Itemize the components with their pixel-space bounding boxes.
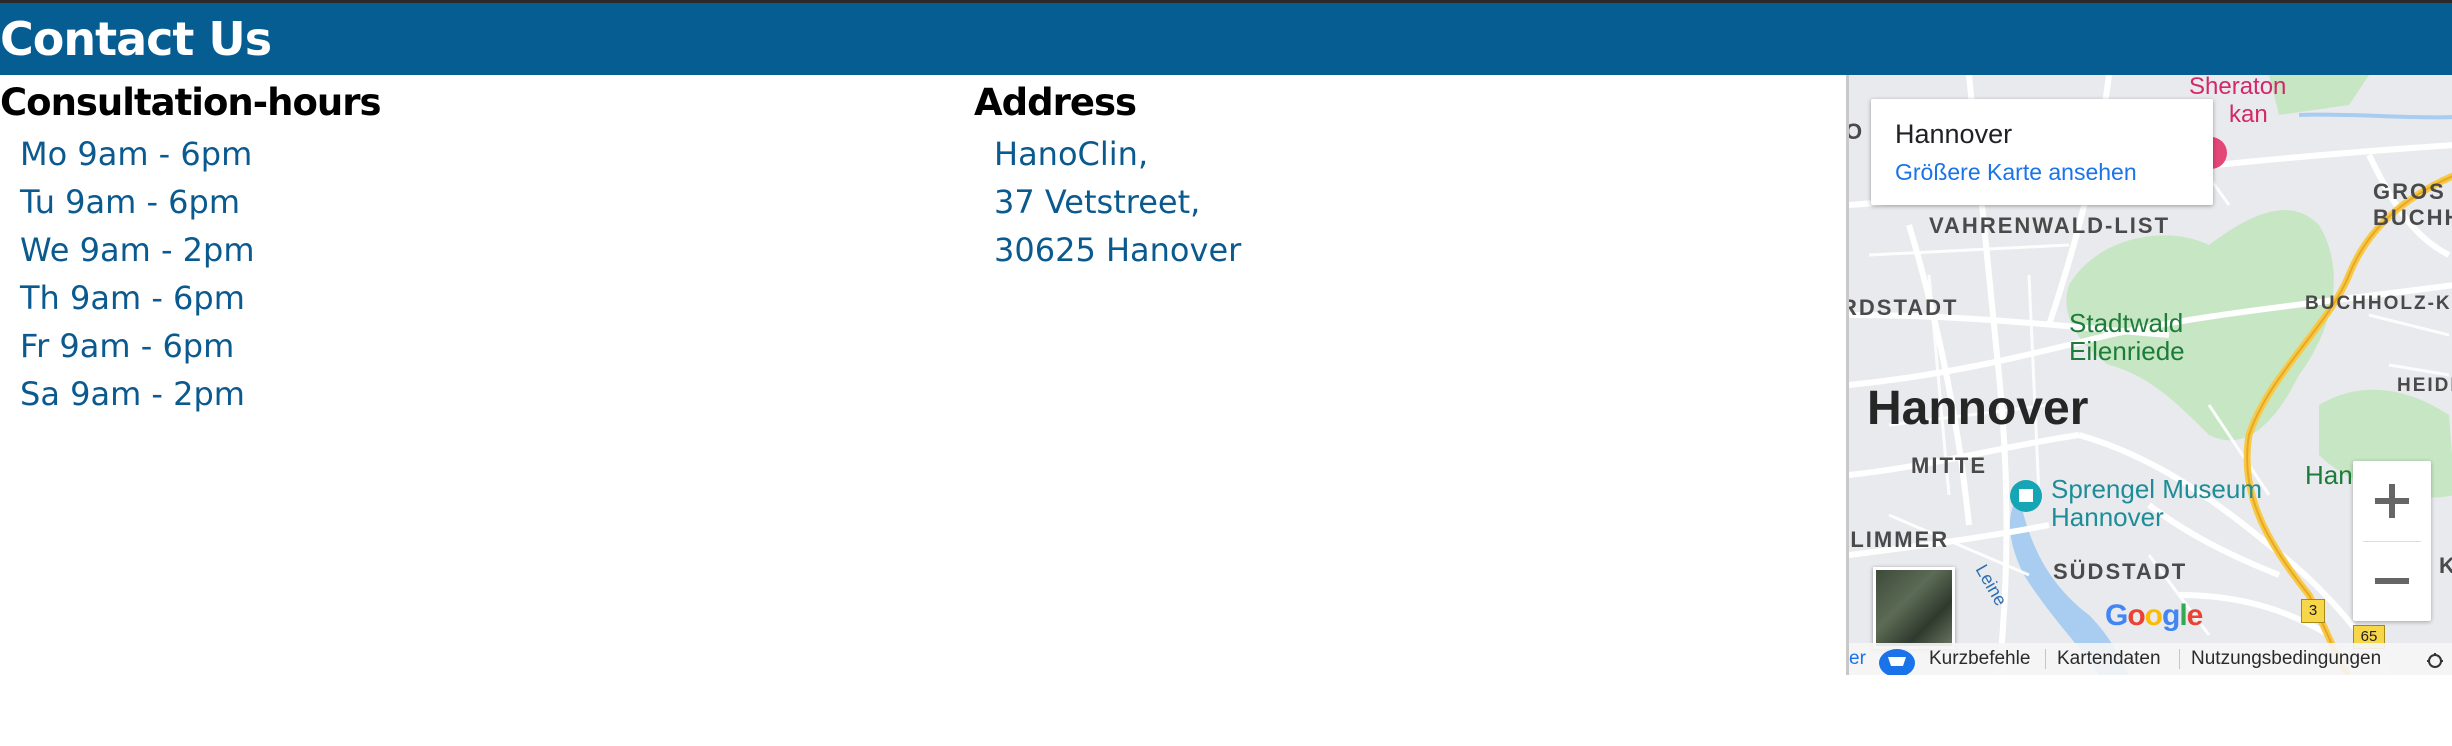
address-list: HanoClin, 37 Vetstreet, 30625 Hanover [994,130,1241,274]
map-info-title: Hannover [1895,119,2013,149]
hours-item: We 9am - 2pm [20,231,255,269]
google-logo-letter: l [2179,599,2187,632]
poi-museum-line: Sprengel Museum [2051,474,2262,504]
map-data-link[interactable]: Kartendaten [2057,648,2161,670]
google-logo: Google [2105,599,2204,633]
park-label: Stadtwald Eilenriede [2069,309,2185,365]
hours-item: Tu 9am - 6pm [20,183,241,221]
cart-icon [1879,649,1915,675]
consultation-hours-title: Consultation-hours [0,81,381,124]
district-label: SÜDSTADT [2053,559,2188,584]
poi-museum-label: Sprengel Museum Hannover [2051,475,2262,531]
page-title: Contact Us [0,12,272,66]
zoom-controls [2353,461,2431,621]
consultation-hours-list: Mo 9am - 6pm Tu 9am - 6pm We 9am - 2pm T… [20,130,255,418]
hours-item: Mo 9am - 6pm [20,135,253,173]
google-logo-letter: e [2186,599,2204,632]
hours-item: Sa 9am - 2pm [20,375,245,413]
district-label: -LIMMER [1846,527,1950,552]
google-logo-letter: G [2105,599,2128,632]
district-label: K [2439,553,2452,579]
poi-museum-line: Hannover [2051,502,2164,532]
road-shield-3: 3 [2301,599,2325,623]
bug-report-icon[interactable] [2425,650,2445,670]
plus-icon [2375,484,2409,518]
map-footer: er Kurzbefehle Kartendaten Nutzungsbedin… [1849,643,2452,675]
park-label-line: Eilenriede [2069,336,2185,366]
district-label: GROS [2373,179,2446,204]
district-label: MITTE [1911,453,1987,478]
map-info-card: Hannover Größere Karte ansehen [1871,99,2213,205]
district-label: RDSTADT [1846,295,1959,320]
zoom-out-button[interactable] [2353,542,2431,621]
district-label: HEIDE [2397,375,2452,396]
footer-separator [2179,649,2180,669]
map-embed[interactable]: Sheraton kan O VAHRENWALD-LIST GROS BUCH… [1846,75,2452,675]
address-title: Address [974,81,1137,124]
satellite-toggle[interactable] [1873,567,1955,649]
address-line: 37 Vetstreet, [994,183,1201,221]
hours-item: Th 9am - 6pm [20,279,245,317]
minus-icon [2375,578,2409,584]
park-label-line: Stadtwald [2069,308,2184,338]
google-logo-letter: o [2144,599,2163,632]
zoom-in-button[interactable] [2353,461,2431,540]
district-label: BUCHH [2373,205,2452,230]
larger-map-link[interactable]: Größere Karte ansehen [1895,159,2137,186]
city-label: Hannover [1867,382,2089,435]
footer-separator [2045,649,2046,669]
map-footer-fragment: er [1849,648,1866,669]
keyboard-shortcuts-link[interactable]: Kurzbefehle [1929,648,2030,670]
address-line: HanoClin, [994,135,1149,173]
address-line: 30625 Hanover [994,231,1242,269]
district-label: O [1846,119,1865,144]
hours-item: Fr 9am - 6pm [20,327,235,365]
poi-han-label: Han [2305,460,2353,490]
google-logo-letter: o [2127,599,2145,632]
terms-link[interactable]: Nutzungsbedingungen [2191,648,2381,670]
google-logo-letter: g [2162,599,2180,632]
district-label: BUCHHOLZ-KLI [2305,293,2452,314]
district-label: VAHRENWALD-LIST [1929,213,2171,238]
poi-sheraton-line: Sheraton [2189,75,2287,100]
header-bar: Contact Us [0,3,2452,75]
